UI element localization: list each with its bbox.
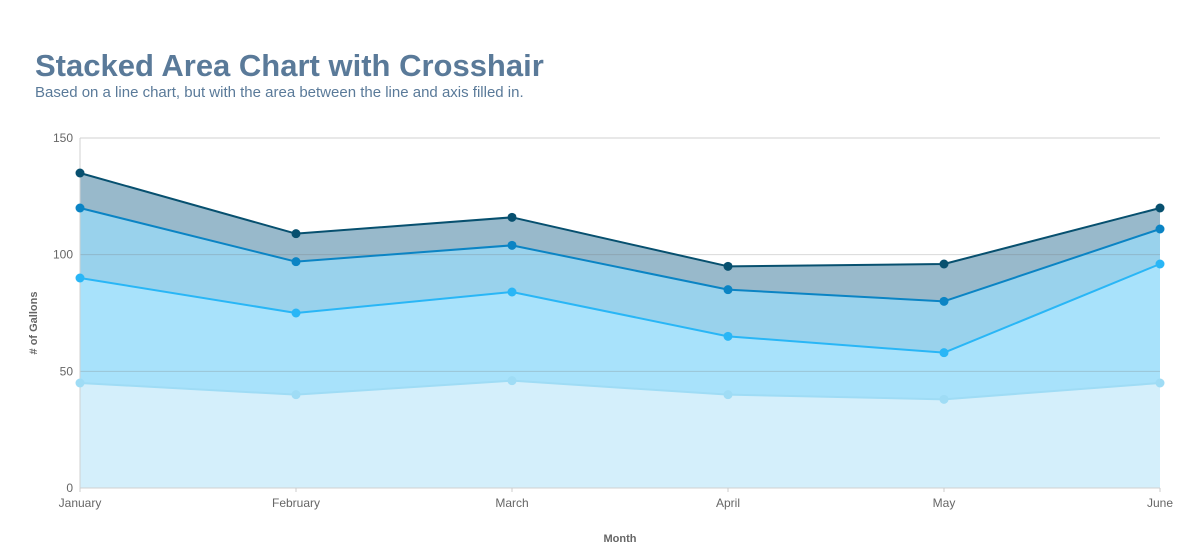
point-series-4-february[interactable] bbox=[291, 229, 301, 239]
point-series-1-march[interactable] bbox=[507, 376, 517, 386]
x-tick-label: March bbox=[495, 496, 528, 510]
point-series-3-april[interactable] bbox=[723, 285, 733, 295]
point-series-3-march[interactable] bbox=[507, 240, 517, 250]
x-tick-label: May bbox=[933, 496, 956, 510]
point-series-2-june[interactable] bbox=[1155, 259, 1165, 269]
stacked-area-chart: 0 50 100 150 January February March April May Jun… bbox=[28, 131, 1173, 545]
point-series-1-january[interactable] bbox=[75, 378, 85, 388]
y-tick-label: 0 bbox=[66, 481, 73, 495]
point-series-2-march[interactable] bbox=[507, 287, 517, 297]
point-series-4-april[interactable] bbox=[723, 261, 733, 271]
x-tick-label: June bbox=[1147, 496, 1173, 510]
point-series-1-april[interactable] bbox=[723, 390, 733, 400]
y-tick-label: 150 bbox=[53, 131, 73, 145]
point-series-3-june[interactable] bbox=[1155, 224, 1165, 234]
point-series-4-january[interactable] bbox=[75, 168, 85, 178]
x-tick-label: February bbox=[272, 496, 320, 510]
point-series-2-april[interactable] bbox=[723, 331, 733, 341]
point-series-3-january[interactable] bbox=[75, 203, 85, 213]
point-series-2-may[interactable] bbox=[939, 348, 949, 358]
point-series-3-may[interactable] bbox=[939, 296, 949, 306]
x-tick-label: January bbox=[59, 496, 102, 510]
y-tick-label: 100 bbox=[53, 248, 73, 262]
point-series-1-june[interactable] bbox=[1155, 378, 1165, 388]
point-series-3-february[interactable] bbox=[291, 257, 301, 267]
point-series-1-may[interactable] bbox=[939, 394, 949, 404]
point-series-4-june[interactable] bbox=[1155, 203, 1165, 213]
y-tick-label: 50 bbox=[60, 364, 74, 378]
point-series-1-february[interactable] bbox=[291, 390, 301, 400]
point-series-2-january[interactable] bbox=[75, 273, 85, 283]
point-series-4-march[interactable] bbox=[507, 212, 517, 222]
point-series-2-february[interactable] bbox=[291, 308, 301, 318]
x-tick-label: April bbox=[716, 496, 740, 510]
point-series-4-may[interactable] bbox=[939, 259, 949, 269]
area-series-1 bbox=[80, 380, 1160, 488]
y-axis-title: # of Gallons bbox=[28, 292, 40, 355]
x-axis-title: Month bbox=[604, 533, 637, 545]
